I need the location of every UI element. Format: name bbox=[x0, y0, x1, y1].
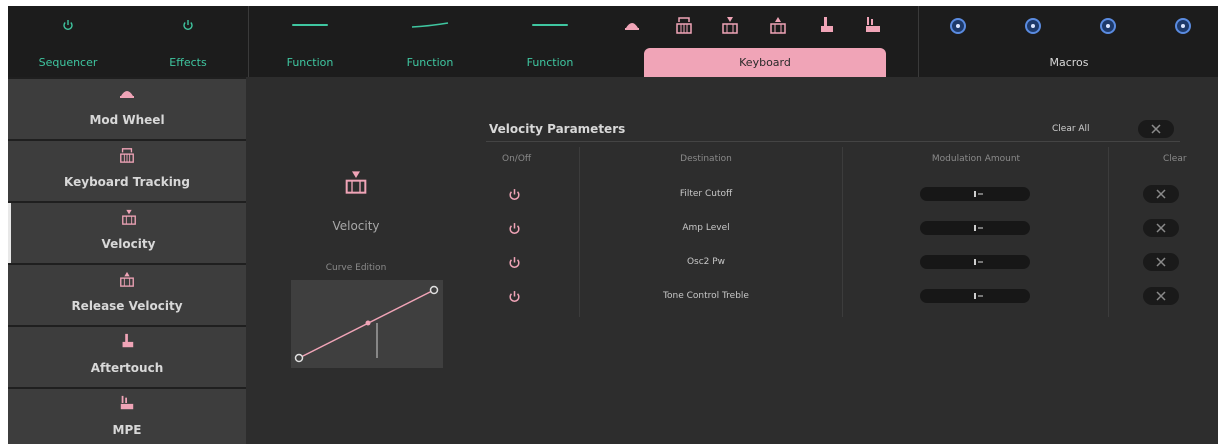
col-header-onoff: On/Off bbox=[502, 154, 532, 164]
sidebar-item-mod-wheel[interactable]: Mod Wheel bbox=[8, 79, 246, 139]
sidebar-item-label: Mod Wheel bbox=[89, 113, 165, 127]
app-window: Sequencer Effects Function Function Func… bbox=[8, 6, 1218, 444]
clear-all-button[interactable] bbox=[1138, 120, 1174, 138]
aftertouch-icon bbox=[122, 333, 134, 348]
table-row: Amp Level bbox=[246, 214, 1218, 244]
sidebar-item-label: Velocity bbox=[101, 237, 156, 251]
close-icon bbox=[1156, 189, 1166, 199]
sidebar-item-mpe[interactable]: MPE bbox=[8, 389, 246, 444]
velocity-parameters-title: Velocity Parameters bbox=[489, 122, 626, 136]
keyboard-label: Keyboard bbox=[739, 56, 791, 69]
aftertouch-icon[interactable] bbox=[818, 16, 834, 34]
sidebar-item-keyboard-tracking[interactable]: Keyboard Tracking bbox=[8, 141, 246, 201]
function-slot-2[interactable]: Function bbox=[370, 6, 490, 77]
macros-label: Macros bbox=[1049, 56, 1089, 69]
sidebar-item-aftertouch[interactable]: Aftertouch bbox=[8, 327, 246, 387]
function-label: Function bbox=[526, 56, 574, 69]
keyboard-tab[interactable]: Keyboard bbox=[644, 48, 886, 77]
function-curve-icon bbox=[292, 24, 328, 26]
release-velocity-icon bbox=[120, 271, 134, 287]
sequencer-label: Sequencer bbox=[38, 56, 98, 69]
sidebar-item-release-velocity[interactable]: Release Velocity bbox=[8, 265, 246, 325]
effects-tab[interactable]: Effects bbox=[128, 6, 248, 77]
sidebar-item-label: Aftertouch bbox=[90, 361, 164, 375]
close-icon bbox=[1151, 124, 1161, 134]
curve-start-handle[interactable] bbox=[294, 353, 304, 363]
function-slot-1[interactable]: Function bbox=[250, 6, 370, 77]
destination-value[interactable]: Filter Cutoff bbox=[576, 189, 836, 199]
power-toggle-icon[interactable] bbox=[508, 256, 521, 269]
power-toggle-icon[interactable] bbox=[508, 290, 521, 303]
keyboard-tracking-icon[interactable] bbox=[676, 16, 692, 34]
divider bbox=[918, 6, 919, 77]
clear-row-button[interactable] bbox=[1143, 185, 1179, 203]
velocity-icon[interactable] bbox=[722, 16, 738, 34]
clear-row-button[interactable] bbox=[1143, 219, 1179, 237]
power-toggle-icon[interactable] bbox=[508, 222, 521, 235]
sidebar: Mod Wheel Keyboard Tracking Velocity Rel… bbox=[8, 77, 246, 444]
function-curve-icon bbox=[532, 24, 568, 26]
velocity-icon bbox=[121, 209, 136, 225]
close-icon bbox=[1156, 257, 1166, 267]
clear-row-button[interactable] bbox=[1143, 253, 1179, 271]
sidebar-item-label: MPE bbox=[112, 423, 142, 437]
col-header-destination: Destination bbox=[680, 154, 732, 164]
mpe-icon bbox=[120, 395, 134, 410]
destination-value[interactable]: Amp Level bbox=[576, 223, 836, 233]
table-row: Osc2 Pw bbox=[246, 248, 1218, 278]
power-icon bbox=[63, 20, 73, 31]
col-header-mod-amount: Modulation Amount bbox=[931, 154, 1021, 164]
curve-midpoint-handle[interactable] bbox=[365, 320, 371, 326]
table-row: Filter Cutoff bbox=[246, 180, 1218, 210]
mpe-icon[interactable] bbox=[865, 16, 881, 34]
top-bar: Sequencer Effects Function Function Func… bbox=[8, 6, 1218, 77]
release-velocity-icon[interactable] bbox=[770, 16, 786, 34]
col-header-clear: Clear bbox=[1163, 154, 1187, 164]
function-label: Function bbox=[406, 56, 454, 69]
sidebar-item-label: Keyboard Tracking bbox=[64, 175, 190, 189]
sequencer-tab[interactable]: Sequencer bbox=[8, 6, 128, 77]
power-toggle-icon[interactable] bbox=[508, 188, 521, 201]
mod-wheel-icon[interactable] bbox=[624, 16, 640, 32]
divider bbox=[486, 141, 1180, 142]
sidebar-item-velocity[interactable]: Velocity bbox=[8, 203, 246, 263]
power-icon bbox=[183, 20, 193, 31]
divider bbox=[248, 6, 249, 77]
table-row: Tone Control Treble bbox=[246, 282, 1218, 312]
clear-all-label: Clear All bbox=[1052, 124, 1090, 134]
close-icon bbox=[1156, 291, 1166, 301]
close-icon bbox=[1156, 223, 1166, 233]
clear-row-button[interactable] bbox=[1143, 287, 1179, 305]
destination-value[interactable]: Tone Control Treble bbox=[576, 291, 836, 301]
mod-amount-slider[interactable] bbox=[920, 221, 1030, 235]
keyboard-tracking-icon bbox=[120, 148, 134, 163]
sidebar-item-label: Release Velocity bbox=[71, 299, 183, 313]
function-slot-3[interactable]: Function bbox=[490, 6, 610, 77]
mod-amount-slider[interactable] bbox=[920, 187, 1030, 201]
macros-tab[interactable]: Macros bbox=[920, 6, 1218, 77]
mod-amount-slider[interactable] bbox=[920, 289, 1030, 303]
mod-amount-slider[interactable] bbox=[920, 255, 1030, 269]
main-panel: Velocity Curve Edition Velocity Paramete… bbox=[246, 77, 1218, 444]
destination-value[interactable]: Osc2 Pw bbox=[576, 257, 836, 267]
effects-label: Effects bbox=[169, 56, 207, 69]
function-curve-icon bbox=[411, 22, 449, 28]
function-label: Function bbox=[286, 56, 334, 69]
mod-wheel-icon bbox=[120, 91, 134, 98]
